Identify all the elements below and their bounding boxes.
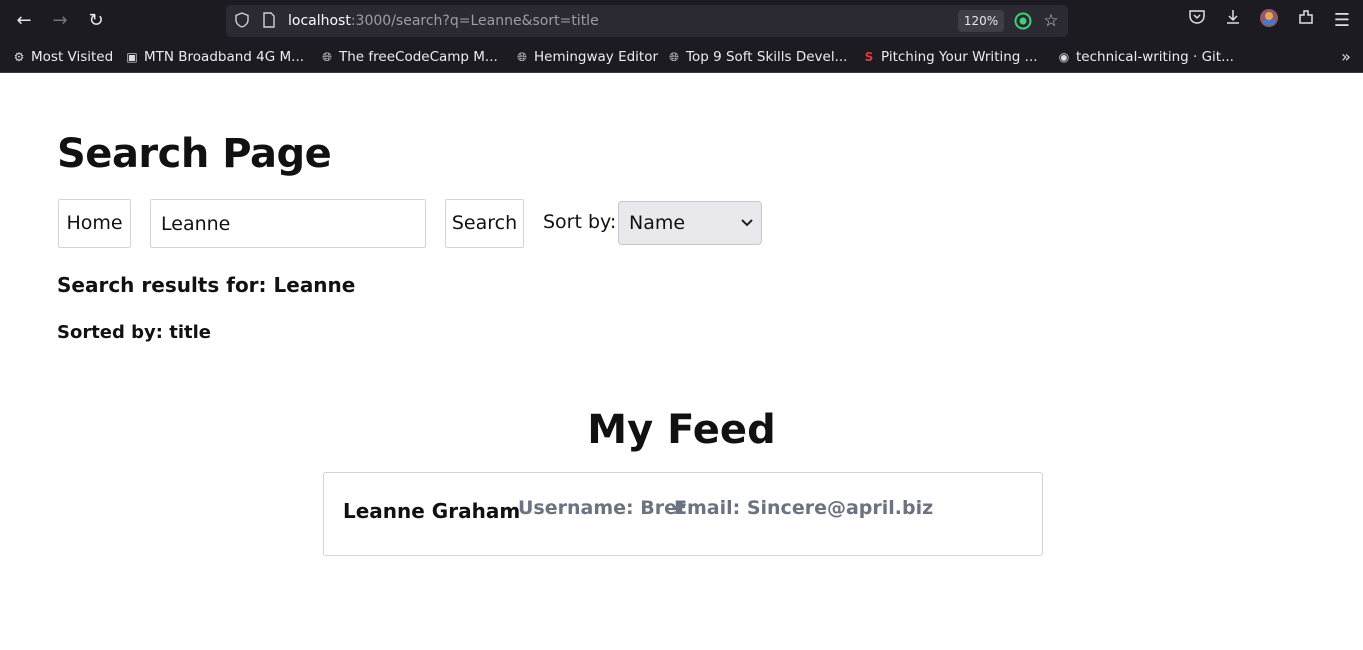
extensions-icon[interactable] bbox=[1293, 8, 1319, 34]
gear-icon: ⚙ bbox=[13, 50, 25, 64]
globe-icon: 🌐︎ bbox=[517, 50, 527, 64]
extension-circle-icon[interactable] bbox=[1014, 12, 1032, 30]
bookmark-most-visited[interactable]: ⚙ Most Visited bbox=[12, 47, 114, 67]
chevron-down-icon bbox=[741, 202, 753, 244]
sort-select[interactable]: Name bbox=[618, 201, 762, 245]
bookmark-pitching-writing[interactable]: S Pitching Your Writing ... bbox=[862, 47, 1038, 67]
router-icon: ▣ bbox=[126, 50, 138, 64]
page-title: Search Page bbox=[57, 131, 332, 177]
search-button[interactable]: Search bbox=[445, 199, 524, 248]
search-results-heading: Search results for: Leanne bbox=[57, 273, 356, 297]
home-button[interactable]: Home bbox=[58, 199, 131, 248]
search-input[interactable] bbox=[150, 199, 426, 248]
pocket-icon[interactable] bbox=[1184, 8, 1210, 34]
star-icon[interactable]: ☆ bbox=[1042, 12, 1060, 30]
bookmark-hemingway[interactable]: 🌐︎ Hemingway Editor bbox=[515, 47, 658, 67]
zoom-level-badge[interactable]: 120% bbox=[958, 10, 1004, 32]
back-icon[interactable]: ← bbox=[11, 8, 37, 34]
globe-icon: 🌐︎ bbox=[669, 50, 679, 64]
reload-icon[interactable]: ↻ bbox=[83, 8, 109, 34]
address-bar[interactable]: localhost:3000/search?q=Leanne&sort=titl… bbox=[226, 5, 1068, 37]
s-logo-icon: S bbox=[864, 50, 874, 64]
bookmark-soft-skills[interactable]: 🌐︎ Top 9 Soft Skills Devel... bbox=[667, 47, 847, 67]
bookmark-mtn-broadband[interactable]: ▣ MTN Broadband 4G M... bbox=[125, 47, 304, 67]
chevron-double-right-icon[interactable]: » bbox=[1336, 45, 1356, 69]
sorted-by-heading: Sorted by: title bbox=[57, 322, 212, 343]
page-content: Search Page Home Search Sort by: Name Se… bbox=[0, 73, 1363, 650]
user-name: Leanne Graham bbox=[343, 499, 521, 523]
user-card: Leanne Graham Username: Bret Email: Sinc… bbox=[323, 472, 1043, 556]
sort-label: Sort by: bbox=[543, 211, 617, 233]
browser-toolbar: ← → ↻ localhost:3000/search?q=Leanne&sor… bbox=[0, 0, 1363, 42]
bookmark-freecodecamp[interactable]: 🌐︎ The freeCodeCamp M... bbox=[320, 47, 498, 67]
profile-avatar-icon[interactable] bbox=[1256, 8, 1282, 34]
forward-icon[interactable]: → bbox=[47, 8, 73, 34]
url-text[interactable]: localhost:3000/search?q=Leanne&sort=titl… bbox=[288, 5, 599, 37]
bookmark-technical-writing[interactable]: ◉ technical-writing · Git... bbox=[1057, 47, 1234, 67]
menu-icon[interactable]: ☰ bbox=[1329, 8, 1355, 34]
feed-title: My Feed bbox=[587, 407, 776, 453]
user-email: Email: Sincere@april.biz bbox=[674, 497, 934, 519]
browser-chrome: ← → ↻ localhost:3000/search?q=Leanne&sor… bbox=[0, 0, 1363, 73]
sort-selected-value: Name bbox=[629, 212, 686, 234]
page-icon[interactable] bbox=[260, 12, 278, 30]
shield-icon[interactable] bbox=[233, 12, 251, 30]
bookmarks-bar: ⚙ Most Visited ▣ MTN Broadband 4G M... 🌐︎ T… bbox=[0, 42, 1363, 72]
globe-icon: 🌐︎ bbox=[322, 50, 332, 64]
github-icon: ◉ bbox=[1058, 50, 1070, 64]
user-username: Username: Bret bbox=[518, 497, 687, 519]
download-icon[interactable] bbox=[1220, 8, 1246, 34]
